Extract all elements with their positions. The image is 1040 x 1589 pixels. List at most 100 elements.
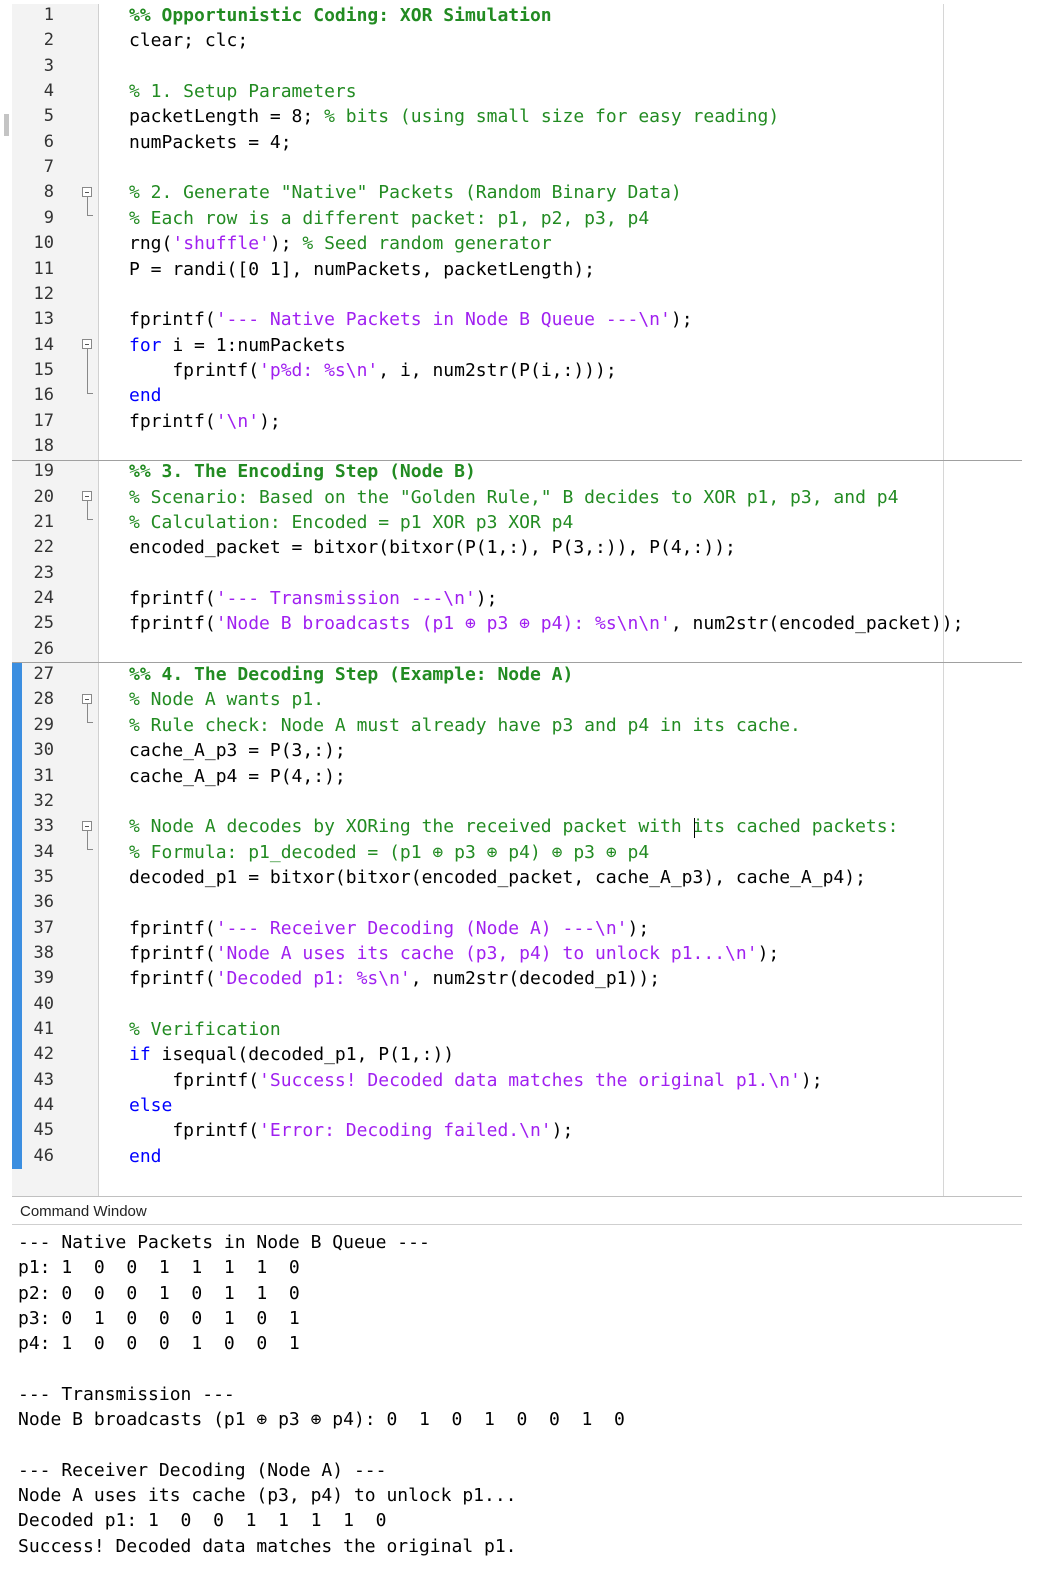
code-line[interactable]: 12 — [0, 282, 1040, 307]
code-line[interactable]: 4 % 1. Setup Parameters — [0, 79, 1040, 104]
code-line[interactable]: 19 %% 3. The Encoding Step (Node B) — [0, 459, 1040, 484]
code-text[interactable]: % 1. Setup Parameters — [129, 79, 357, 104]
code-text[interactable]: end — [129, 383, 162, 408]
code-text[interactable]: decoded_p1 = bitxor(bitxor(encoded_packe… — [129, 865, 866, 890]
code-text[interactable]: fprintf('Success! Decoded data matches t… — [129, 1068, 822, 1093]
code-line[interactable]: 39 fprintf('Decoded p1: %s\n', num2str(de… — [0, 966, 1040, 991]
code-text[interactable]: % 2. Generate "Native" Packets (Random B… — [129, 180, 682, 205]
code-text[interactable]: % Node A wants p1. — [129, 687, 324, 712]
code-text[interactable]: numPackets = 4; — [129, 130, 292, 155]
line-number: 21 — [33, 512, 54, 532]
code-line[interactable]: 11 P = randi([0 1], numPackets, packetLen… — [0, 257, 1040, 282]
code-text[interactable]: for i = 1:numPackets — [129, 333, 346, 358]
code-line[interactable]: 8 % 2. Generate "Native" Packets (Random … — [0, 180, 1040, 205]
code-line[interactable]: 5 packetLength = 8; % bits (using small s… — [0, 104, 1040, 129]
command-window[interactable]: --- Native Packets in Node B Queue --- p1… — [12, 1226, 1022, 1589]
code-line[interactable]: 46 end — [0, 1144, 1040, 1169]
code-text[interactable]: P = randi([0 1], numPackets, packetLengt… — [129, 257, 595, 282]
line-number: 22 — [33, 537, 54, 558]
code-text[interactable]: clear; clc; — [129, 28, 248, 53]
code-line[interactable]: 23 — [0, 561, 1040, 586]
code-text[interactable]: % Calculation: Encoded = p1 XOR p3 XOR p… — [129, 510, 573, 535]
code-text[interactable]: fprintf('--- Native Packets in Node B Qu… — [129, 307, 693, 332]
code-text[interactable]: % Verification — [129, 1017, 281, 1042]
code-text[interactable]: % Formula: p1_decoded = (p1 ⊕ p3 ⊕ p4) ⊕… — [129, 840, 649, 865]
code-line[interactable]: 21 % Calculation: Encoded = p1 XOR p3 XOR… — [0, 510, 1040, 535]
code-text[interactable]: fprintf('Decoded p1: %s\n', num2str(deco… — [129, 966, 660, 991]
code-line[interactable]: 9 % Each row is a different packet: p1, p… — [0, 206, 1040, 231]
line-number: 1 — [43, 5, 54, 25]
code-line[interactable]: 38 fprintf('Node A uses its cache (p3, p4… — [0, 941, 1040, 966]
code-line[interactable]: 41 % Verification — [0, 1017, 1040, 1042]
code-text[interactable]: encoded_packet = bitxor(bitxor(P(1,:), P… — [129, 535, 736, 560]
code-line[interactable]: 20 % Scenario: Based on the "Golden Rule,… — [0, 485, 1040, 510]
code-text[interactable]: else — [129, 1093, 172, 1118]
code-line[interactable]: 43 fprintf('Success! Decoded data matche… — [0, 1068, 1040, 1093]
code-line[interactable]: 30 cache_A_p3 = P(3,:); — [0, 738, 1040, 763]
code-line[interactable]: 45 fprintf('Error: Decoding failed.\n'); — [0, 1118, 1040, 1143]
code-text[interactable]: rng('shuffle'); % Seed random generator — [129, 231, 552, 256]
code-line[interactable]: 2 clear; clc; — [0, 28, 1040, 53]
line-number: 10 — [33, 233, 54, 254]
code-line[interactable]: 13 fprintf('--- Native Packets in Node B … — [0, 307, 1040, 332]
code-line[interactable]: 26 — [0, 637, 1040, 662]
code-line[interactable]: 36 — [0, 890, 1040, 915]
code-text[interactable]: fprintf('--- Receiver Decoding (Node A) … — [129, 916, 649, 941]
code-text[interactable]: end — [129, 1144, 162, 1169]
line-number: 24 — [33, 588, 54, 609]
code-line[interactable]: 15 fprintf('p%d: %s\n', i, num2str(P(i,:… — [0, 358, 1040, 383]
fold-toggle-icon[interactable] — [82, 339, 92, 349]
fold-toggle-icon[interactable] — [82, 491, 92, 501]
code-text[interactable]: fprintf('Node B broadcasts (p1 ⊕ p3 ⊕ p4… — [129, 611, 963, 636]
code-text[interactable]: packetLength = 8; % bits (using small si… — [129, 104, 779, 129]
code-text[interactable]: fprintf('--- Transmission ---\n'); — [129, 586, 497, 611]
code-line[interactable]: 34 % Formula: p1_decoded = (p1 ⊕ p3 ⊕ p4)… — [0, 840, 1040, 865]
code-line[interactable]: 33 % Node A decodes by XORing the receive… — [0, 814, 1040, 839]
code-line[interactable]: 37 fprintf('--- Receiver Decoding (Node A… — [0, 916, 1040, 941]
code-line[interactable]: 40 — [0, 992, 1040, 1017]
code-text[interactable]: % Node A decodes by XORing the received … — [129, 814, 898, 839]
code-text[interactable]: %% 4. The Decoding Step (Example: Node A… — [129, 662, 573, 687]
code-line[interactable]: 6 numPackets = 4; — [0, 130, 1040, 155]
code-line[interactable]: 10 rng('shuffle'); % Seed random generato… — [0, 231, 1040, 256]
code-text[interactable]: % Rule check: Node A must already have p… — [129, 713, 801, 738]
code-line[interactable]: 1 %% Opportunistic Coding: XOR Simulation — [0, 3, 1040, 28]
code-line[interactable]: 31 cache_A_p4 = P(4,:); — [0, 764, 1040, 789]
code-text[interactable]: fprintf('Node A uses its cache (p3, p4) … — [129, 941, 779, 966]
code-comment: % Calculation: Encoded = p1 XOR p3 XOR p… — [129, 512, 574, 533]
code-text[interactable]: if isequal(decoded_p1, P(1,:)) — [129, 1042, 454, 1067]
code-text[interactable]: %% Opportunistic Coding: XOR Simulation — [129, 3, 552, 28]
fold-toggle-icon[interactable] — [82, 821, 92, 831]
fold-toggle-icon[interactable] — [82, 187, 92, 197]
line-number: 40 — [33, 993, 54, 1014]
code-text[interactable]: cache_A_p4 = P(4,:); — [129, 764, 346, 789]
code-line[interactable]: 32 — [0, 789, 1040, 814]
code-line[interactable]: 3 — [0, 54, 1040, 79]
code-comment: % Rule check: Node A must already have p… — [129, 714, 801, 736]
code-editor[interactable]: 1 %% Opportunistic Coding: XOR Simulation… — [0, 0, 1040, 1216]
code-text[interactable]: % Each row is a different packet: p1, p2… — [129, 206, 649, 231]
code-line[interactable]: 14 for i = 1:numPackets — [0, 333, 1040, 358]
code-text[interactable]: fprintf('\n'); — [129, 409, 281, 434]
code-line[interactable]: 42 if isequal(decoded_p1, P(1,:)) — [0, 1042, 1040, 1067]
output-line: Decoded p1: 1 0 0 1 1 1 1 0 — [18, 1510, 387, 1532]
code-text[interactable]: cache_A_p3 = P(3,:); — [129, 738, 346, 763]
code-text[interactable]: % Scenario: Based on the "Golden Rule," … — [129, 485, 898, 510]
code-line[interactable]: 44 else — [0, 1093, 1040, 1118]
code-text[interactable]: fprintf('Error: Decoding failed.\n'); — [129, 1118, 573, 1143]
code-line[interactable]: 17 fprintf('\n'); — [0, 409, 1040, 434]
text-cursor — [694, 818, 695, 838]
code-line[interactable]: 22 encoded_packet = bitxor(bitxor(P(1,:),… — [0, 535, 1040, 560]
code-line[interactable]: 18 — [0, 434, 1040, 459]
fold-toggle-icon[interactable] — [82, 694, 92, 704]
code-text[interactable]: fprintf('p%d: %s\n', i, num2str(P(i,:)))… — [129, 358, 616, 383]
code-line[interactable]: 29 % Rule check: Node A must already have… — [0, 713, 1040, 738]
code-line[interactable]: 28 % Node A wants p1. — [0, 687, 1040, 712]
code-text[interactable]: %% 3. The Encoding Step (Node B) — [129, 459, 476, 484]
code-line[interactable]: 16 end — [0, 383, 1040, 408]
code-line[interactable]: 7 — [0, 155, 1040, 180]
code-line[interactable]: 27 %% 4. The Decoding Step (Example: Node… — [0, 662, 1040, 687]
code-line[interactable]: 25 fprintf('Node B broadcasts (p1 ⊕ p3 ⊕ … — [0, 611, 1040, 636]
code-line[interactable]: 24 fprintf('--- Transmission ---\n'); — [0, 586, 1040, 611]
code-line[interactable]: 35 decoded_p1 = bitxor(bitxor(encoded_pac… — [0, 865, 1040, 890]
